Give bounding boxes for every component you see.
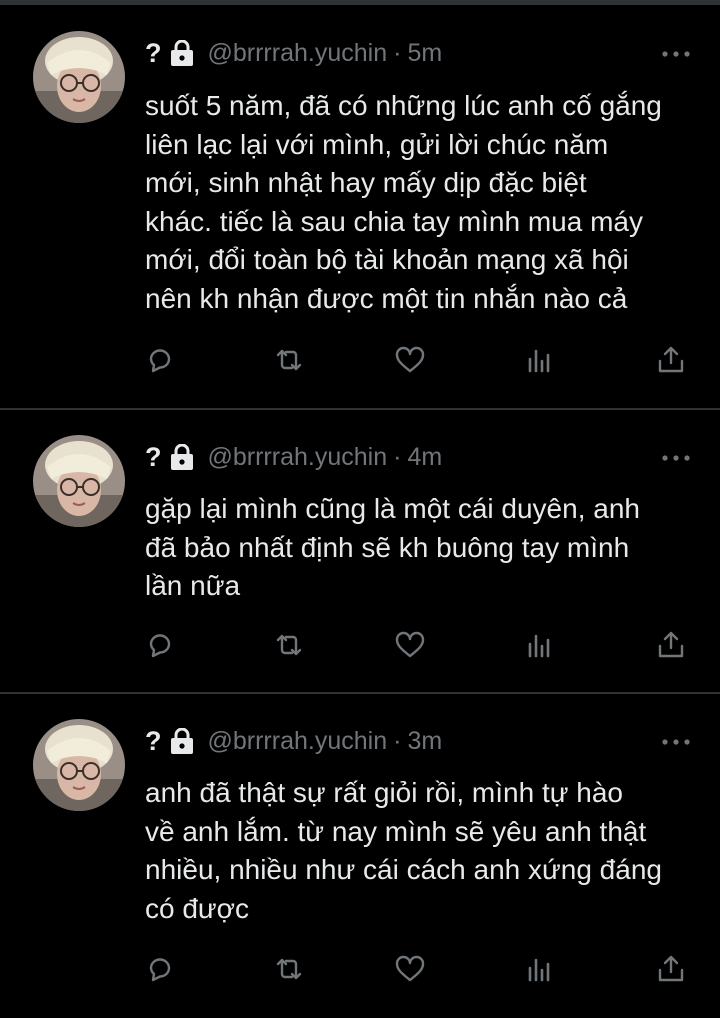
tweet-line: lần nữa bbox=[145, 570, 241, 601]
tweet-text: suốt 5 năm, đã có những lúc anh cố gắng … bbox=[145, 87, 710, 318]
tweet-line: nên kh nhận được một tin nhắn nào cả bbox=[145, 282, 628, 314]
tweet-line: liên lạc lại với mình, gửi lời chúc năm bbox=[145, 128, 609, 160]
display-name[interactable]: ? bbox=[145, 38, 162, 69]
tweet-line: có được bbox=[145, 892, 250, 924]
tweet-header: ? @brrrrah.yuchin · 4m bbox=[145, 440, 442, 474]
avatar[interactable] bbox=[33, 31, 125, 123]
lock-icon bbox=[170, 727, 194, 754]
tweet-line: khác. tiếc là sau chia tay mình mua máy bbox=[145, 205, 643, 237]
tweet-line: mới, đổi toàn bộ tài khoản mạng xã hội bbox=[145, 244, 629, 275]
separator-dot: · bbox=[393, 442, 402, 471]
tweet-3[interactable]: ? @brrrrah.yuchin · 3m anh đã thật sự rấ… bbox=[0, 694, 720, 1018]
lock-icon bbox=[170, 39, 194, 66]
user-handle[interactable]: @brrrrah.yuchin bbox=[208, 727, 388, 756]
tweet-2[interactable]: ? @brrrrah.yuchin · 4m gặp lại mình cũng… bbox=[0, 410, 720, 692]
timestamp[interactable]: 3m bbox=[407, 727, 442, 756]
timestamp[interactable]: 4m bbox=[407, 443, 442, 472]
tweet-line: về anh lắm. từ nay mình sẽ yêu anh thật bbox=[145, 815, 647, 847]
more-icon[interactable] bbox=[660, 735, 692, 747]
tweet-header: ? @brrrrah.yuchin · 5m bbox=[145, 36, 442, 70]
tweet-line: gặp lại mình cũng là một cái duyên, anh bbox=[145, 493, 640, 524]
retweet-icon[interactable] bbox=[272, 628, 306, 662]
lock-icon bbox=[170, 443, 194, 470]
share-icon[interactable] bbox=[654, 952, 688, 986]
user-handle[interactable]: @brrrrah.yuchin bbox=[208, 443, 388, 472]
tweet-actions bbox=[0, 343, 720, 383]
reply-icon[interactable] bbox=[143, 628, 177, 662]
tweet-actions bbox=[0, 952, 720, 992]
tweet-line: nhiều, nhiều như cái cách anh xứng đáng bbox=[145, 854, 662, 885]
avatar[interactable] bbox=[33, 719, 125, 811]
tweet-line: đã bảo nhất định sẽ kh buông tay mình bbox=[145, 531, 630, 563]
reply-icon[interactable] bbox=[143, 343, 177, 377]
tweet-1[interactable]: ? @brrrrah.yuchin · 5m suốt 5 năm, đã có… bbox=[0, 0, 720, 408]
tweet-line: mới, sinh nhật hay mấy dịp đặc biệt bbox=[145, 167, 587, 198]
analytics-icon[interactable] bbox=[522, 952, 556, 986]
user-handle[interactable]: @brrrrah.yuchin bbox=[208, 39, 388, 68]
display-name[interactable]: ? bbox=[145, 442, 162, 473]
tweet-header: ? @brrrrah.yuchin · 3m bbox=[145, 724, 442, 758]
more-icon[interactable] bbox=[660, 451, 692, 463]
tweet-text: gặp lại mình cũng là một cái duyên, anh … bbox=[145, 490, 710, 606]
retweet-icon[interactable] bbox=[272, 952, 306, 986]
share-icon[interactable] bbox=[654, 628, 688, 662]
more-icon[interactable] bbox=[660, 47, 692, 59]
tweet-line: suốt 5 năm, đã có những lúc anh cố gắng bbox=[145, 90, 662, 121]
like-icon[interactable] bbox=[393, 343, 427, 377]
tweet-actions bbox=[0, 628, 720, 668]
reply-icon[interactable] bbox=[143, 952, 177, 986]
separator-dot: · bbox=[393, 38, 402, 67]
tweet-line: anh đã thật sự rất giỏi rồi, mình tự hào bbox=[145, 777, 623, 808]
timestamp[interactable]: 5m bbox=[407, 39, 442, 68]
analytics-icon[interactable] bbox=[522, 343, 556, 377]
tweet-text: anh đã thật sự rất giỏi rồi, mình tự hào… bbox=[145, 774, 710, 928]
avatar[interactable] bbox=[33, 435, 125, 527]
like-icon[interactable] bbox=[393, 952, 427, 986]
display-name[interactable]: ? bbox=[145, 726, 162, 757]
share-icon[interactable] bbox=[654, 343, 688, 377]
retweet-icon[interactable] bbox=[272, 343, 306, 377]
like-icon[interactable] bbox=[393, 628, 427, 662]
analytics-icon[interactable] bbox=[522, 628, 556, 662]
separator-dot: · bbox=[393, 726, 402, 755]
